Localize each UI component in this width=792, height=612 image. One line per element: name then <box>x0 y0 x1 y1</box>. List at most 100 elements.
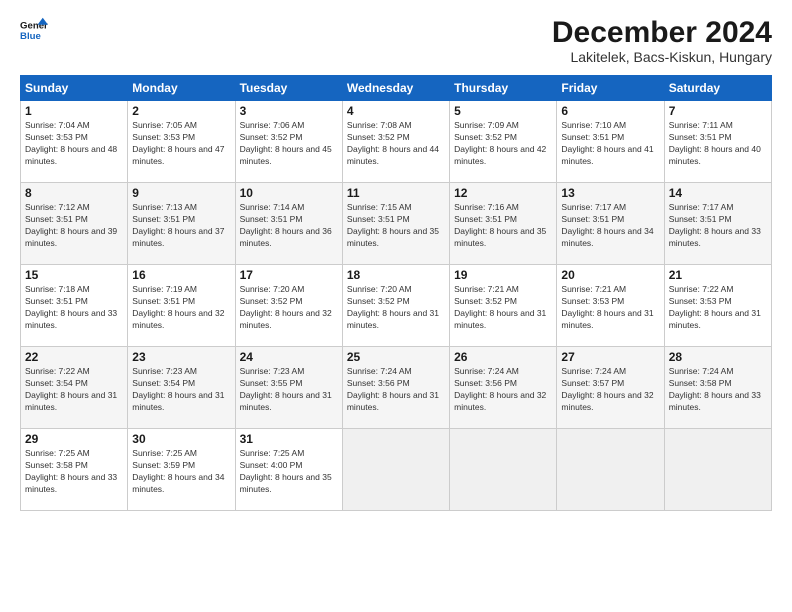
day-number: 30 <box>132 432 230 446</box>
page-title: December 2024 <box>552 16 772 49</box>
calendar-week-row: 29 Sunrise: 7:25 AMSunset: 3:58 PMDayligh… <box>21 429 772 511</box>
calendar-cell: 7Sunrise: 7:11 AMSunset: 3:51 PMDaylight… <box>664 101 771 183</box>
day-info: Sunrise: 7:23 AMSunset: 3:54 PMDaylight:… <box>132 366 224 412</box>
day-info: Sunrise: 7:16 AMSunset: 3:51 PMDaylight:… <box>454 202 546 248</box>
calendar-cell: 5 Sunrise: 7:09 AMSunset: 3:52 PMDaylight… <box>450 101 557 183</box>
day-number: 12 <box>454 186 552 200</box>
day-number: 4 <box>347 104 445 118</box>
calendar-cell: 21 Sunrise: 7:22 AMSunset: 3:53 PMDayligh… <box>664 265 771 347</box>
calendar-cell: 26 Sunrise: 7:24 AMSunset: 3:56 PMDayligh… <box>450 347 557 429</box>
calendar-week-row: 8 Sunrise: 7:12 AMSunset: 3:51 PMDaylight… <box>21 183 772 265</box>
col-friday: Friday <box>557 76 664 101</box>
col-sunday: Sunday <box>21 76 128 101</box>
day-info: Sunrise: 7:22 AMSunset: 3:54 PMDaylight:… <box>25 366 117 412</box>
day-info: Sunrise: 7:21 AMSunset: 3:53 PMDaylight:… <box>561 284 653 330</box>
calendar-header-row: Sunday Monday Tuesday Wednesday Thursday… <box>21 76 772 101</box>
day-info: Sunrise: 7:22 AMSunset: 3:53 PMDaylight:… <box>669 284 761 330</box>
calendar-cell: 1Sunrise: 7:04 AMSunset: 3:53 PMDaylight… <box>21 101 128 183</box>
day-number: 5 <box>454 104 552 118</box>
calendar-cell: 25 Sunrise: 7:24 AMSunset: 3:56 PMDayligh… <box>342 347 449 429</box>
calendar-cell: 19Sunrise: 7:21 AMSunset: 3:52 PMDayligh… <box>450 265 557 347</box>
day-info: Sunrise: 7:09 AMSunset: 3:52 PMDaylight:… <box>454 120 546 166</box>
day-info: Sunrise: 7:04 AMSunset: 3:53 PMDaylight:… <box>25 120 117 166</box>
calendar-cell <box>450 429 557 511</box>
calendar-cell: 28 Sunrise: 7:24 AMSunset: 3:58 PMDayligh… <box>664 347 771 429</box>
calendar-cell: 14Sunrise: 7:17 AMSunset: 3:51 PMDayligh… <box>664 183 771 265</box>
calendar-cell: 22 Sunrise: 7:22 AMSunset: 3:54 PMDayligh… <box>21 347 128 429</box>
calendar-cell: 4 Sunrise: 7:08 AMSunset: 3:52 PMDaylight… <box>342 101 449 183</box>
calendar-cell <box>664 429 771 511</box>
calendar-week-row: 1Sunrise: 7:04 AMSunset: 3:53 PMDaylight… <box>21 101 772 183</box>
calendar-cell: 27 Sunrise: 7:24 AMSunset: 3:57 PMDayligh… <box>557 347 664 429</box>
title-block: December 2024 Lakitelek, Bacs-Kiskun, Hu… <box>552 16 772 65</box>
svg-text:Blue: Blue <box>20 31 41 42</box>
calendar-cell: 29 Sunrise: 7:25 AMSunset: 3:58 PMDayligh… <box>21 429 128 511</box>
day-number: 11 <box>347 186 445 200</box>
col-thursday: Thursday <box>450 76 557 101</box>
day-info: Sunrise: 7:18 AMSunset: 3:51 PMDaylight:… <box>25 284 117 330</box>
day-info: Sunrise: 7:25 AMSunset: 3:58 PMDaylight:… <box>25 448 117 494</box>
day-number: 22 <box>25 350 123 364</box>
day-info: Sunrise: 7:08 AMSunset: 3:52 PMDaylight:… <box>347 120 439 166</box>
page: General Blue December 2024 Lakitelek, Ba… <box>0 0 792 612</box>
day-info: Sunrise: 7:24 AMSunset: 3:57 PMDaylight:… <box>561 366 653 412</box>
day-number: 29 <box>25 432 123 446</box>
day-info: Sunrise: 7:17 AMSunset: 3:51 PMDaylight:… <box>669 202 761 248</box>
day-info: Sunrise: 7:12 AMSunset: 3:51 PMDaylight:… <box>25 202 117 248</box>
calendar-cell: 13 Sunrise: 7:17 AMSunset: 3:51 PMDayligh… <box>557 183 664 265</box>
day-number: 27 <box>561 350 659 364</box>
day-number: 8 <box>25 186 123 200</box>
calendar-week-row: 22 Sunrise: 7:22 AMSunset: 3:54 PMDayligh… <box>21 347 772 429</box>
day-number: 3 <box>240 104 338 118</box>
day-number: 13 <box>561 186 659 200</box>
col-wednesday: Wednesday <box>342 76 449 101</box>
day-info: Sunrise: 7:05 AMSunset: 3:53 PMDaylight:… <box>132 120 224 166</box>
day-number: 18 <box>347 268 445 282</box>
col-saturday: Saturday <box>664 76 771 101</box>
day-info: Sunrise: 7:24 AMSunset: 3:58 PMDaylight:… <box>669 366 761 412</box>
day-number: 26 <box>454 350 552 364</box>
day-info: Sunrise: 7:17 AMSunset: 3:51 PMDaylight:… <box>561 202 653 248</box>
logo-icon: General Blue <box>20 16 48 44</box>
day-info: Sunrise: 7:20 AMSunset: 3:52 PMDaylight:… <box>240 284 332 330</box>
day-number: 25 <box>347 350 445 364</box>
day-number: 24 <box>240 350 338 364</box>
calendar-cell: 11 Sunrise: 7:15 AMSunset: 3:51 PMDayligh… <box>342 183 449 265</box>
calendar-cell <box>342 429 449 511</box>
day-number: 17 <box>240 268 338 282</box>
calendar-cell: 16Sunrise: 7:19 AMSunset: 3:51 PMDayligh… <box>128 265 235 347</box>
calendar-cell: 6Sunrise: 7:10 AMSunset: 3:51 PMDaylight… <box>557 101 664 183</box>
logo: General Blue <box>20 16 48 44</box>
calendar-cell: 12 Sunrise: 7:16 AMSunset: 3:51 PMDayligh… <box>450 183 557 265</box>
day-number: 23 <box>132 350 230 364</box>
calendar-cell: 15 Sunrise: 7:18 AMSunset: 3:51 PMDayligh… <box>21 265 128 347</box>
day-info: Sunrise: 7:24 AMSunset: 3:56 PMDaylight:… <box>347 366 439 412</box>
day-info: Sunrise: 7:10 AMSunset: 3:51 PMDaylight:… <box>561 120 653 166</box>
day-number: 28 <box>669 350 767 364</box>
calendar-cell: 9Sunrise: 7:13 AMSunset: 3:51 PMDaylight… <box>128 183 235 265</box>
calendar-table: Sunday Monday Tuesday Wednesday Thursday… <box>20 75 772 511</box>
day-number: 2 <box>132 104 230 118</box>
day-number: 21 <box>669 268 767 282</box>
calendar-cell: 24Sunrise: 7:23 AMSunset: 3:55 PMDayligh… <box>235 347 342 429</box>
calendar-week-row: 15 Sunrise: 7:18 AMSunset: 3:51 PMDayligh… <box>21 265 772 347</box>
day-info: Sunrise: 7:20 AMSunset: 3:52 PMDaylight:… <box>347 284 439 330</box>
page-subtitle: Lakitelek, Bacs-Kiskun, Hungary <box>552 49 772 65</box>
calendar-cell: 2 Sunrise: 7:05 AMSunset: 3:53 PMDaylight… <box>128 101 235 183</box>
day-info: Sunrise: 7:19 AMSunset: 3:51 PMDaylight:… <box>132 284 224 330</box>
day-number: 15 <box>25 268 123 282</box>
day-info: Sunrise: 7:06 AMSunset: 3:52 PMDaylight:… <box>240 120 332 166</box>
day-number: 20 <box>561 268 659 282</box>
day-info: Sunrise: 7:14 AMSunset: 3:51 PMDaylight:… <box>240 202 332 248</box>
day-info: Sunrise: 7:24 AMSunset: 3:56 PMDaylight:… <box>454 366 546 412</box>
calendar-cell: 23 Sunrise: 7:23 AMSunset: 3:54 PMDayligh… <box>128 347 235 429</box>
col-monday: Monday <box>128 76 235 101</box>
header: General Blue December 2024 Lakitelek, Ba… <box>20 16 772 65</box>
calendar-cell: 20 Sunrise: 7:21 AMSunset: 3:53 PMDayligh… <box>557 265 664 347</box>
calendar-cell: 30Sunrise: 7:25 AMSunset: 3:59 PMDayligh… <box>128 429 235 511</box>
day-info: Sunrise: 7:25 AMSunset: 4:00 PMDaylight:… <box>240 448 332 494</box>
day-number: 10 <box>240 186 338 200</box>
day-info: Sunrise: 7:15 AMSunset: 3:51 PMDaylight:… <box>347 202 439 248</box>
day-number: 19 <box>454 268 552 282</box>
day-info: Sunrise: 7:11 AMSunset: 3:51 PMDaylight:… <box>669 120 761 166</box>
